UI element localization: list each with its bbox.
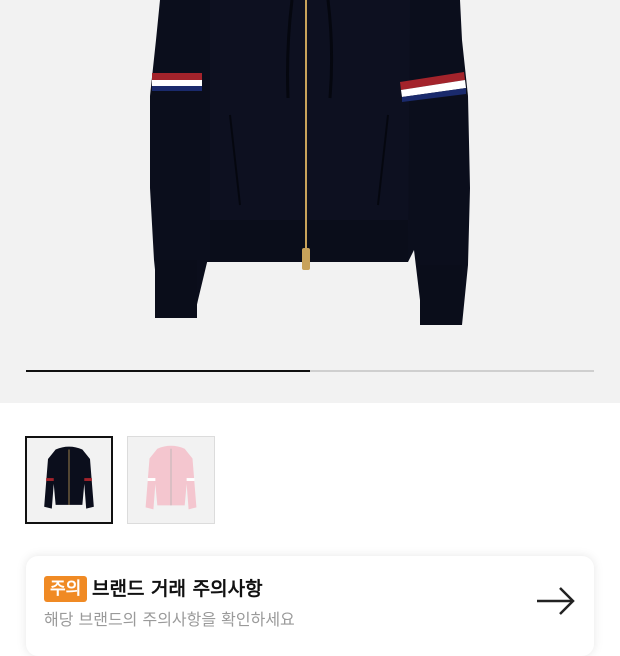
thumbnail-navy-hoodie[interactable] [25,436,113,524]
caution-badge: 주의 [44,576,88,602]
gallery-progress-fill [26,370,310,372]
product-image-gallery[interactable] [0,0,620,403]
notice-title: 브랜드 거래 주의사항 [92,578,263,600]
product-image-hoodie [150,0,470,325]
thumbnail-pink-hoodie[interactable] [127,436,215,524]
notice-subtitle: 해당 브랜드의 주의사항을 확인하세요 [44,610,295,629]
navy-hoodie-thumbnail-image [44,446,94,509]
brand-notice-card[interactable]: 주의 브랜드 거래 주의사항 해당 브랜드의 주의사항을 확인하세요 [26,556,594,656]
pink-hoodie-thumbnail-image [145,445,197,510]
gallery-progress-bar [26,370,594,372]
arrow-right-icon[interactable] [536,586,576,616]
